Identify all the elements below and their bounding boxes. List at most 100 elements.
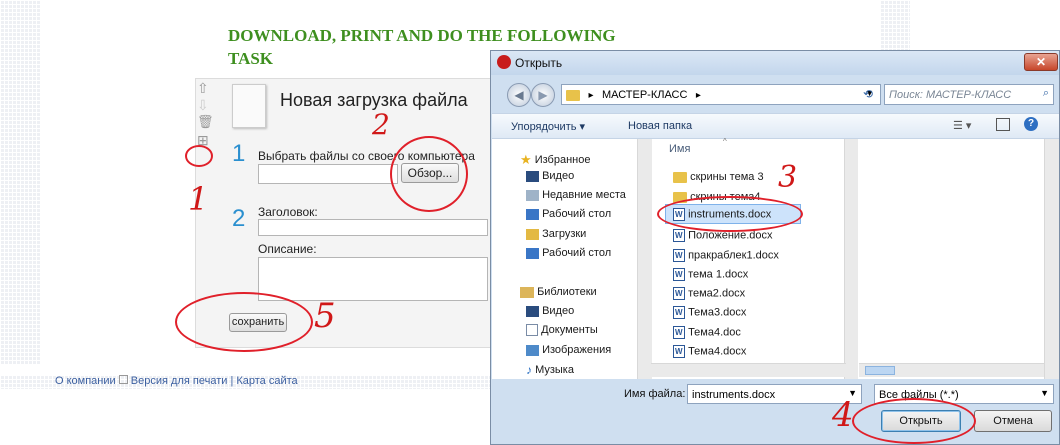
footer-print-link[interactable]: Версия для печати [131, 375, 228, 387]
help-icon[interactable]: ? [1024, 117, 1038, 131]
page-left-pattern [0, 0, 40, 365]
star-icon: ★ [520, 152, 532, 167]
arrow-up-icon[interactable]: ⇧ [197, 80, 217, 97]
step-1-number: 1 [232, 140, 246, 167]
nav-item-images[interactable]: Изображения [526, 344, 611, 356]
page-right-pattern [880, 0, 910, 55]
annotation-circle-browse [390, 136, 468, 212]
file-item[interactable]: пракраблек1.docx [673, 249, 779, 262]
search-placeholder: Поиск: МАСТЕР-КЛАСС [889, 89, 1012, 101]
description-textarea[interactable] [258, 257, 488, 301]
sort-arrow-icon: ^ [723, 137, 727, 146]
open-dialog: Открыть ✕ ◀ ▶ ▸ МАСТЕР-КЛАСС ▸ ▼ ⟲ Поиск… [490, 50, 1060, 445]
nav-item-libraries[interactable]: Библиотеки [520, 286, 597, 298]
filename-label: Имя файла: [624, 388, 686, 400]
nav-item-downloads[interactable]: Загрузки [526, 228, 586, 240]
dialog-titlebar[interactable] [491, 51, 1059, 75]
annotation-3: 3 [778, 160, 798, 195]
annotation-1-left: 1 [188, 180, 209, 218]
desktop-icon [526, 247, 539, 259]
nav-item-video[interactable]: Видео [526, 170, 574, 182]
footer-links: О компании Версия для печати | Карта сай… [55, 375, 298, 387]
folder-icon [566, 90, 580, 102]
nav-item-library-video[interactable]: Видео [526, 305, 574, 317]
preview-horizontal-scrollbar[interactable] [859, 363, 1044, 377]
footer-sitemap-link[interactable]: Карта сайта [236, 375, 297, 387]
video-icon [526, 305, 539, 317]
nav-item-desktop-2[interactable]: Рабочий стол [526, 247, 611, 259]
word-document-icon [673, 326, 685, 339]
title-label: Заголовок: [258, 205, 318, 219]
footer-separator: | [230, 375, 234, 387]
breadcrumb-path[interactable]: МАСТЕР-КЛАСС [602, 89, 688, 101]
word-document-icon [673, 229, 685, 242]
file-path-input[interactable] [258, 164, 398, 184]
preview-pane-icon[interactable] [996, 118, 1010, 131]
nav-item-documents[interactable]: Документы [526, 324, 598, 337]
file-item[interactable]: Тема4.doc [673, 326, 741, 339]
word-document-icon [673, 287, 685, 300]
scroll-thumb[interactable] [865, 366, 895, 375]
view-options-icon[interactable]: ☰ ▾ [953, 119, 971, 132]
nav-item-recent[interactable]: Недавние места [526, 189, 626, 201]
word-document-icon [673, 249, 685, 262]
file-list-scrollbar[interactable] [844, 139, 858, 379]
library-icon [520, 286, 534, 298]
downloads-icon [526, 228, 539, 240]
back-button[interactable]: ◀ [507, 83, 531, 107]
nav-item-desktop[interactable]: Рабочий стол [526, 208, 611, 220]
annotation-4: 4 [832, 395, 854, 435]
file-item[interactable]: Тема4.docx [673, 345, 746, 358]
document-icon [232, 84, 266, 128]
file-item[interactable]: скрины тема 3 [673, 171, 764, 183]
print-icon [118, 375, 128, 384]
annotation-circle-open [852, 398, 976, 444]
dialog-title: Открыть [515, 56, 563, 70]
video-icon [526, 170, 539, 182]
search-input[interactable]: Поиск: МАСТЕР-КЛАСС ⌕ [884, 84, 1054, 105]
annotation-5: 5 [314, 296, 336, 336]
horizontal-scrollbar[interactable] [651, 363, 846, 377]
search-icon: ⌕ [1042, 87, 1049, 99]
word-document-icon [673, 268, 685, 281]
forward-button[interactable]: ▶ [531, 83, 555, 107]
arrow-down-icon[interactable]: ⇩ [197, 97, 217, 114]
close-button[interactable]: ✕ [1024, 53, 1058, 71]
annotation-circle-add [185, 145, 213, 167]
desktop-icon [526, 208, 539, 220]
filename-value: instruments.docx [692, 389, 776, 401]
column-header-name[interactable]: Имя [669, 143, 690, 155]
refresh-button[interactable]: ⟲ [863, 87, 873, 101]
file-item[interactable]: Тема3.docx [673, 306, 746, 319]
nav-scrollbar[interactable] [637, 139, 652, 379]
breadcrumb-arrow-icon: ▸ [588, 90, 594, 101]
preview-scrollbar-vertical[interactable] [1044, 139, 1059, 379]
trash-icon[interactable]: 🗑 [197, 114, 217, 130]
organize-menu[interactable]: Упорядочить ▾ [511, 120, 585, 133]
nav-item-favorites[interactable]: ★ Избранное [520, 152, 590, 168]
cancel-button[interactable]: Отмена [974, 410, 1052, 432]
breadcrumb-arrow-icon: ▸ [695, 90, 701, 101]
title-input[interactable] [258, 219, 488, 236]
file-item[interactable]: тема 1.docx [673, 268, 748, 281]
navigation-pane: ★ Избранное Видео Недавние места Рабочий… [492, 139, 652, 379]
address-bar[interactable]: ▸ МАСТЕР-КЛАСС ▸ ▼ [561, 84, 881, 105]
annotation-circle-file [657, 196, 803, 232]
description-label: Описание: [258, 242, 317, 256]
annotation-circle-save [175, 292, 313, 352]
file-item[interactable]: тема2.docx [673, 287, 745, 300]
nav-item-music[interactable]: ♪ Музыка [526, 363, 574, 377]
folder-icon [673, 171, 687, 183]
new-folder-button[interactable]: Новая папка [628, 120, 692, 132]
footer-about-link[interactable]: О компании [55, 375, 116, 387]
step-2-number: 2 [232, 205, 246, 232]
word-document-icon [673, 306, 685, 319]
word-document-icon [673, 345, 685, 358]
chevron-down-icon[interactable]: ▼ [1040, 388, 1049, 398]
opera-icon [497, 55, 511, 69]
annotation-2: 2 [372, 108, 390, 141]
recent-icon [526, 189, 539, 201]
music-icon: ♪ [526, 363, 532, 377]
documents-icon [526, 324, 538, 337]
images-icon [526, 344, 539, 356]
